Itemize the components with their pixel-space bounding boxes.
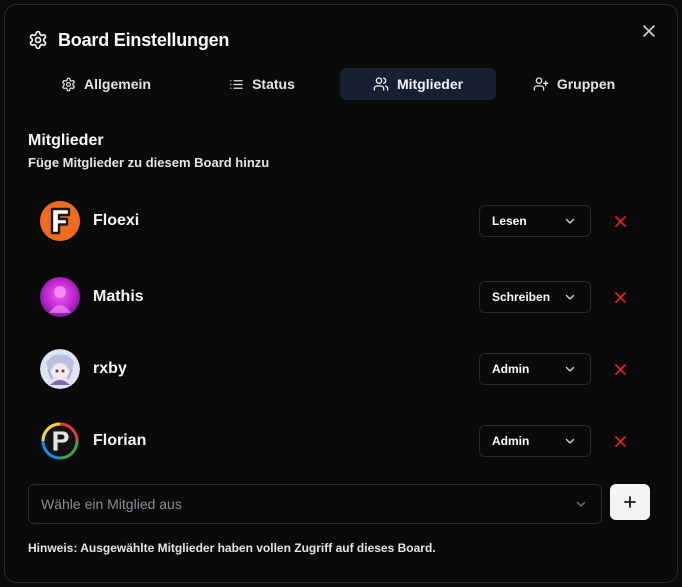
tab-label: Allgemein xyxy=(84,76,151,92)
section-subtitle: Füge Mitglieder zu diesem Board hinzu xyxy=(28,155,270,170)
tab-status[interactable]: Status xyxy=(184,68,340,100)
chevron-down-icon xyxy=(565,366,575,372)
role-select[interactable]: Schreiben xyxy=(479,281,591,313)
floexi-avatar-icon xyxy=(40,201,80,241)
plus-icon xyxy=(624,496,636,508)
gear-icon xyxy=(62,77,75,91)
remove-member-button[interactable] xyxy=(612,289,628,305)
remove-member-button[interactable] xyxy=(612,361,628,377)
dialog-title: Board Einstellungen xyxy=(58,29,230,50)
role-select[interactable]: Admin xyxy=(479,425,591,457)
role-value: Admin xyxy=(492,434,530,448)
tab-gruppen[interactable]: Gruppen xyxy=(496,68,652,100)
section-title: Mitglieder xyxy=(28,132,104,149)
tab-label: Status xyxy=(252,76,295,92)
close-icon xyxy=(614,291,626,303)
member-row: Mathis Schreiben xyxy=(40,277,640,317)
close-icon xyxy=(614,435,626,447)
tab-label: Gruppen xyxy=(556,76,616,92)
member-name: rxby xyxy=(93,360,127,377)
rxby-avatar-icon xyxy=(40,349,80,389)
member-row: rxby Admin xyxy=(40,349,640,389)
member-name: Mathis xyxy=(93,288,144,305)
user-plus-icon xyxy=(533,77,549,91)
add-member-button[interactable] xyxy=(610,484,650,520)
chevron-down-icon xyxy=(565,294,575,300)
role-value: Admin xyxy=(492,362,530,376)
avatar xyxy=(40,201,80,241)
close-icon xyxy=(614,363,626,375)
member-name: Florian xyxy=(93,432,147,449)
dialog-header: Board Einstellungen xyxy=(28,28,229,52)
list-icon xyxy=(230,79,243,89)
avatar xyxy=(40,349,80,389)
member-select[interactable]: Wähle ein Mitglied aus xyxy=(28,484,602,524)
role-select[interactable]: Admin xyxy=(479,353,591,385)
tab-allgemein[interactable]: Allgemein xyxy=(28,68,184,100)
florian-avatar-icon xyxy=(40,421,80,461)
close-icon xyxy=(643,25,655,37)
close-button[interactable] xyxy=(639,21,659,41)
board-settings-dialog: Board Einstellungen Allgemein Status Mit… xyxy=(4,4,678,583)
chevron-down-icon xyxy=(565,218,575,224)
member-row: Florian Admin xyxy=(40,421,640,461)
users-icon xyxy=(373,77,389,91)
member-name: Floexi xyxy=(93,212,140,229)
gear-icon xyxy=(29,30,47,50)
chevron-down-icon xyxy=(565,438,575,444)
hint-text: Hinweis: Ausgewählte Mitglieder haben vo… xyxy=(28,541,436,555)
tab-mitglieder[interactable]: Mitglieder xyxy=(340,68,496,100)
mathis-avatar-icon xyxy=(40,277,80,317)
member-select-placeholder: Wähle ein Mitglied aus xyxy=(41,496,182,512)
avatar xyxy=(40,277,80,317)
role-select[interactable]: Lesen xyxy=(479,205,591,237)
tab-label: Mitglieder xyxy=(396,76,464,92)
remove-member-button[interactable] xyxy=(612,213,628,229)
close-icon xyxy=(614,215,626,227)
remove-member-button[interactable] xyxy=(612,433,628,449)
chevron-down-icon xyxy=(576,501,586,507)
role-value: Lesen xyxy=(492,214,527,228)
member-row: Floexi Lesen xyxy=(40,201,640,241)
avatar xyxy=(40,421,80,461)
role-value: Schreiben xyxy=(492,290,551,304)
settings-tabs: Allgemein Status Mitglieder Gruppen xyxy=(28,68,652,102)
